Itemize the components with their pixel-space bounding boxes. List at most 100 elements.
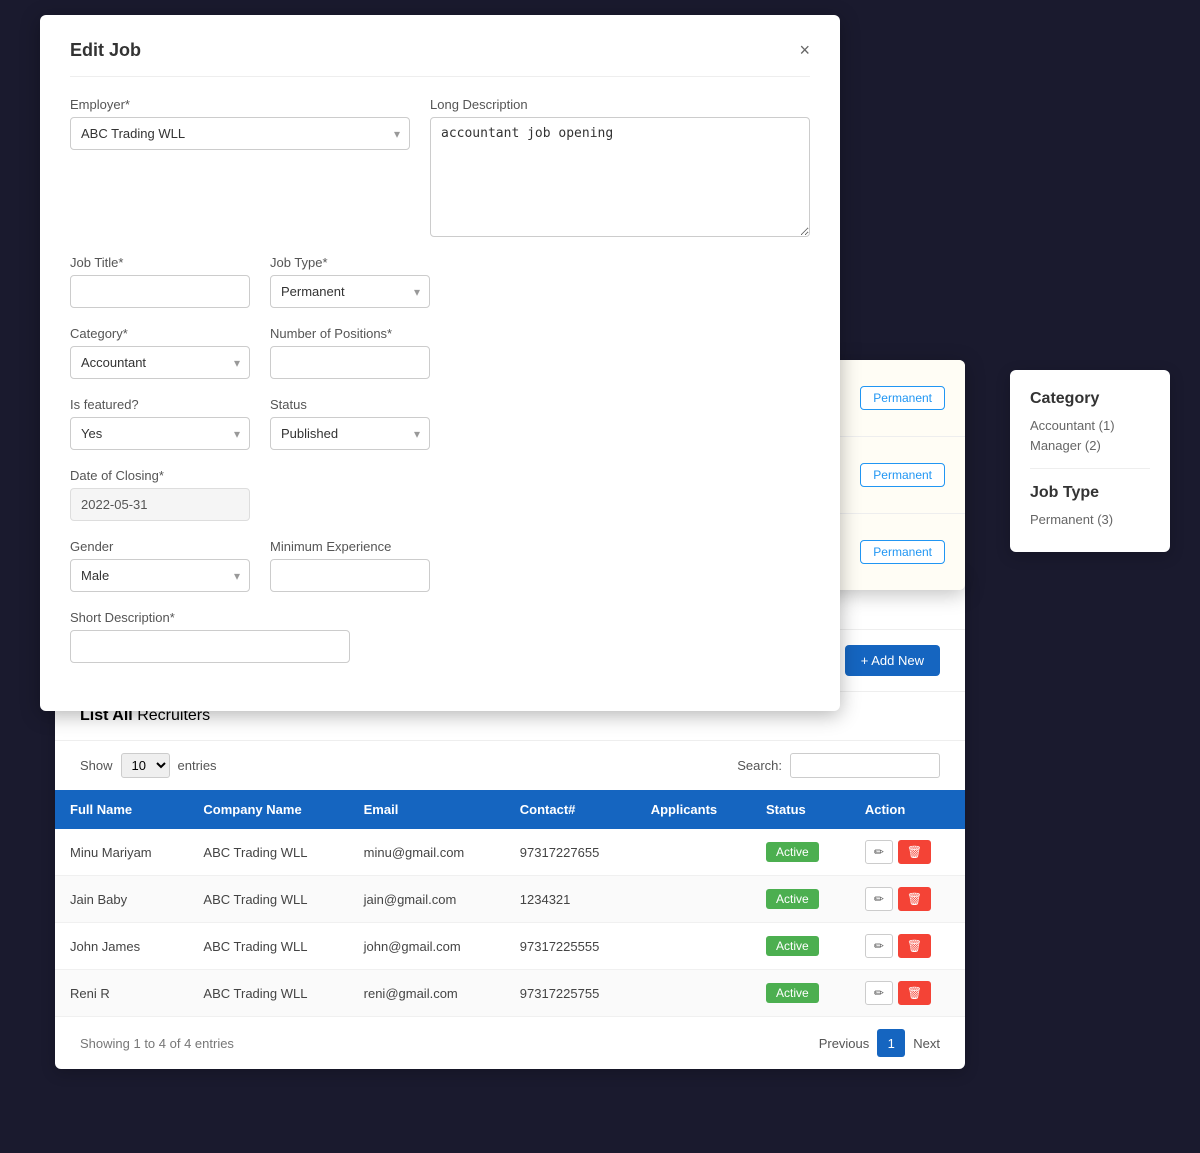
col-contact: Contact# [505, 790, 636, 829]
action-buttons: ✏ 🗑 [865, 887, 950, 911]
status-select[interactable]: Published [270, 417, 430, 450]
date-closing-group: Date of Closing* 2022-05-31 [70, 468, 250, 521]
col-action: Action [850, 790, 965, 829]
form-row-featured-status: Is featured? Yes Status Published [70, 397, 810, 450]
cell-status: Active [751, 876, 850, 923]
category-select-wrapper[interactable]: Accountant [70, 346, 250, 379]
num-positions-label: Number of Positions* [270, 326, 430, 341]
short-desc-input[interactable]: accountant [70, 630, 350, 663]
col-fullname: Full Name [55, 790, 188, 829]
employer-label: Employer* [70, 97, 410, 112]
sidebar-item-accountant[interactable]: Accountant (1) [1030, 418, 1150, 433]
employer-select-wrapper[interactable]: ABC Trading WLL [70, 117, 410, 150]
job-type-sidebar-title: Job Type [1030, 484, 1150, 502]
next-button[interactable]: Next [913, 1036, 940, 1051]
gender-select[interactable]: Male [70, 559, 250, 592]
sidebar-divider [1030, 468, 1150, 469]
cell-company: ABC Trading WLL [188, 829, 348, 876]
modal-header: Edit Job × [70, 40, 810, 77]
short-desc-group: Short Description* accountant [70, 610, 350, 663]
edit-button[interactable]: ✏ [865, 840, 893, 864]
entries-select[interactable]: 10 [121, 753, 170, 778]
delete-button[interactable]: 🗑 [898, 981, 931, 1005]
category-select[interactable]: Accountant [70, 346, 250, 379]
edit-button[interactable]: ✏ [865, 887, 893, 911]
short-desc-label: Short Description* [70, 610, 350, 625]
cell-contact: 97317225755 [505, 970, 636, 1017]
delete-button[interactable]: 🗑 [898, 840, 931, 864]
status-badge: Active [766, 842, 819, 862]
search-box: Search: [737, 753, 940, 778]
action-buttons: ✏ 🗑 [865, 934, 950, 958]
form-row-gender-experience: Gender Male Minimum Experience 5 Years [70, 539, 810, 592]
cell-fullname: Minu Mariyam [55, 829, 188, 876]
employer-group: Employer* ABC Trading WLL [70, 97, 410, 237]
form-row-short-desc: Short Description* accountant [70, 610, 810, 663]
status-badge: Active [766, 983, 819, 1003]
current-page: 1 [877, 1029, 905, 1057]
cell-action: ✏ 🗑 [850, 923, 965, 970]
cell-action: ✏ 🗑 [850, 829, 965, 876]
modal-close-button[interactable]: × [799, 40, 810, 61]
table-controls: Show 10 entries Search: [55, 741, 965, 790]
gender-group: Gender Male [70, 539, 250, 592]
gender-select-wrapper[interactable]: Male [70, 559, 250, 592]
long-desc-textarea[interactable]: accountant job opening [430, 117, 810, 237]
form-row-date-closing: Date of Closing* 2022-05-31 [70, 468, 810, 521]
sidebar-item-permanent[interactable]: Permanent (3) [1030, 512, 1150, 527]
category-sidebar: Category Accountant (1) Manager (2) Job … [1010, 370, 1170, 552]
min-experience-input[interactable]: 5 Years [270, 559, 430, 592]
date-closing-value: 2022-05-31 [70, 488, 250, 521]
cell-applicants [636, 970, 751, 1017]
table-header: Full Name Company Name Email Contact# Ap… [55, 790, 965, 829]
is-featured-select[interactable]: Yes [70, 417, 250, 450]
cell-email: jain@gmail.com [349, 876, 505, 923]
cell-email: reni@gmail.com [349, 970, 505, 1017]
job-type-badge[interactable]: Permanent [860, 540, 945, 564]
job-type-select-wrapper[interactable]: Permanent [270, 275, 430, 308]
table-footer: Showing 1 to 4 of 4 entries Previous 1 N… [55, 1017, 965, 1069]
status-label: Status [270, 397, 430, 412]
job-title-label: Job Title* [70, 255, 250, 270]
num-positions-input[interactable]: 1 [270, 346, 430, 379]
cell-fullname: Jain Baby [55, 876, 188, 923]
form-row-category-positions: Category* Accountant Number of Positions… [70, 326, 810, 379]
modal-title: Edit Job [70, 40, 141, 61]
date-closing-label: Date of Closing* [70, 468, 250, 483]
is-featured-label: Is featured? [70, 397, 250, 412]
search-input[interactable] [790, 753, 940, 778]
cell-fullname: John James [55, 923, 188, 970]
edit-job-modal: Edit Job × Employer* ABC Trading WLL Lon… [40, 15, 840, 711]
edit-button[interactable]: ✏ [865, 934, 893, 958]
header-row: Full Name Company Name Email Contact# Ap… [55, 790, 965, 829]
cell-company: ABC Trading WLL [188, 923, 348, 970]
action-buttons: ✏ 🗑 [865, 840, 950, 864]
employer-select[interactable]: ABC Trading WLL [70, 117, 410, 150]
action-buttons: ✏ 🗑 [865, 981, 950, 1005]
prev-button[interactable]: Previous [819, 1036, 870, 1051]
table-row: John James ABC Trading WLL john@gmail.co… [55, 923, 965, 970]
sidebar-item-manager[interactable]: Manager (2) [1030, 438, 1150, 453]
job-type-badge[interactable]: Permanent [860, 463, 945, 487]
cell-email: john@gmail.com [349, 923, 505, 970]
job-type-select[interactable]: Permanent [270, 275, 430, 308]
cell-applicants [636, 829, 751, 876]
show-entries: Show 10 entries [80, 753, 217, 778]
search-label: Search: [737, 758, 782, 773]
cell-status: Active [751, 829, 850, 876]
edit-button[interactable]: ✏ [865, 981, 893, 1005]
min-experience-group: Minimum Experience 5 Years [270, 539, 430, 592]
status-badge: Active [766, 889, 819, 909]
delete-button[interactable]: 🗑 [898, 934, 931, 958]
job-type-badge[interactable]: Permanent [860, 386, 945, 410]
showing-entries: Showing 1 to 4 of 4 entries [80, 1036, 234, 1051]
pagination: Previous 1 Next [819, 1029, 940, 1057]
is-featured-select-wrapper[interactable]: Yes [70, 417, 250, 450]
long-desc-group: Long Description accountant job opening [430, 97, 810, 237]
table-body: Minu Mariyam ABC Trading WLL minu@gmail.… [55, 829, 965, 1017]
add-new-button[interactable]: + Add New [845, 645, 940, 676]
delete-button[interactable]: 🗑 [898, 887, 931, 911]
job-title-input[interactable]: Accountant [70, 275, 250, 308]
cell-action: ✏ 🗑 [850, 970, 965, 1017]
status-select-wrapper[interactable]: Published [270, 417, 430, 450]
